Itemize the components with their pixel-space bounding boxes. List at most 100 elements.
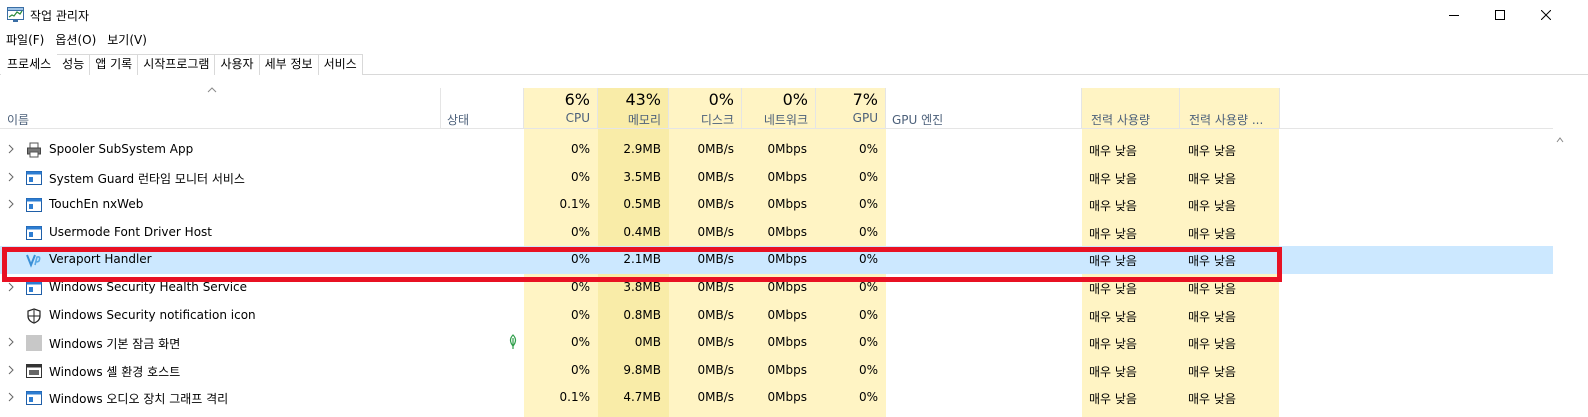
memory-value: 3.8MB xyxy=(623,280,661,294)
process-row[interactable]: Windows Security Health Service 0% 3.8MB 0M… xyxy=(0,274,1553,302)
menu-file[interactable]: 파일(F) xyxy=(0,30,49,50)
disk-value: 0MB/s xyxy=(697,224,734,239)
expand-chevron-icon[interactable] xyxy=(7,282,15,292)
process-row[interactable]: Windows 기본 잠금 화면 0% 0MB 0MB/s 0Mbps 0% 매우 낮음 매우… xyxy=(0,329,1553,357)
column-header-gpu[interactable]: 7% GPU xyxy=(815,88,885,128)
power-value: 매우 낮음 xyxy=(1089,144,1137,158)
network-value: 0Mbps xyxy=(767,362,807,377)
memory-value: 3.5MB xyxy=(623,169,661,184)
expand-chevron-icon[interactable] xyxy=(7,172,15,182)
tab-bar: 프로세스 성능 앱 기록 시작프로그램 사용자 세부 정보 서비스 xyxy=(0,52,1588,75)
gpu-value: 0% xyxy=(858,362,878,377)
power-trend-value: 매우 낮음 xyxy=(1188,199,1236,214)
column-header-gpu-engine[interactable]: GPU 엔진 xyxy=(885,88,1081,128)
gpu-value: 0% xyxy=(858,280,878,294)
process-row[interactable]: Windows 셸 환경 호스트 0% 9.8MB 0MB/s 0Mbps 0% 매우 낮음… xyxy=(0,357,1553,385)
power-value: 매우 낮음 xyxy=(1089,226,1137,241)
network-value: 0Mbps xyxy=(767,142,807,156)
window-app-icon xyxy=(26,390,42,406)
tab-users[interactable]: 사용자 xyxy=(214,54,260,75)
expand-chevron-icon[interactable] xyxy=(7,365,15,375)
column-header-memory[interactable]: 43% 메모리 xyxy=(597,88,668,128)
network-value: 0Mbps xyxy=(767,280,807,294)
column-header-power-trend[interactable]: 전력 사용량 ... xyxy=(1179,88,1279,128)
column-header-power[interactable]: 전력 사용량 xyxy=(1081,88,1179,128)
power-value: 매우 낮음 xyxy=(1089,364,1137,379)
process-table: 이름 상태 6% CPU 43% 메모리 0% 디스크 0% 네트워크 7% G… xyxy=(0,87,1588,417)
task-manager-icon xyxy=(7,7,24,22)
network-value: 0Mbps xyxy=(767,252,807,267)
power-value: 매우 낮음 xyxy=(1089,254,1137,269)
menu-options[interactable]: 옵션(O) xyxy=(49,30,101,50)
scroll-up-icon[interactable] xyxy=(1556,136,1564,144)
tab-app-history[interactable]: 앱 기록 xyxy=(89,54,139,75)
column-header-disk[interactable]: 0% 디스크 xyxy=(668,88,741,128)
expand-chevron-icon[interactable] xyxy=(7,392,15,402)
window-app-icon xyxy=(26,197,42,213)
tab-startup[interactable]: 시작프로그램 xyxy=(137,54,216,75)
sort-up-icon xyxy=(207,87,217,93)
expand-chevron-icon[interactable] xyxy=(7,144,15,154)
menu-view[interactable]: 보기(V) xyxy=(101,30,152,50)
column-header-cpu[interactable]: 6% CPU xyxy=(523,88,597,128)
tab-performance[interactable]: 성능 xyxy=(56,54,91,75)
process-row[interactable]: Usermode Font Driver Host 0% 0.4MB 0MB/s 0Mb… xyxy=(0,219,1553,247)
shield-icon xyxy=(26,307,42,324)
cpu-value: 0% xyxy=(570,142,590,156)
power-trend-value: 매우 낮음 xyxy=(1188,392,1236,407)
process-row[interactable]: TouchEn nxWeb 0.1% 0.5MB 0MB/s 0Mbps 0% 매우 낮음 매… xyxy=(0,191,1553,219)
power-value: 매우 낮음 xyxy=(1089,392,1137,407)
column-header-status[interactable]: 상태 xyxy=(440,88,523,128)
title-bar: 작업 관리자 xyxy=(0,0,1588,30)
power-value: 매우 낮음 xyxy=(1089,337,1137,352)
column-header-name[interactable]: 이름 xyxy=(0,87,440,128)
cpu-value: 0.1% xyxy=(559,390,591,405)
cpu-value: 0% xyxy=(570,362,590,377)
disk-value: 0MB/s xyxy=(697,169,734,184)
process-row[interactable]: Veraport Handler 0% 2.1MB 0MB/s 0Mbps 0% 매우 낮음… xyxy=(0,246,1553,275)
network-value: 0Mbps xyxy=(767,169,807,184)
power-trend-value: 매우 낮음 xyxy=(1188,254,1236,269)
process-row[interactable]: Windows 오디오 장치 그래프 격리 0.1% 4.7MB 0MB/s 0Mbps… xyxy=(0,384,1553,412)
process-row[interactable]: Spooler SubSystem App 0% 2.9MB 0MB/s 0Mbps 0%… xyxy=(0,136,1553,164)
process-name: Windows 기본 잠금 화면 xyxy=(49,337,181,352)
disk-value: 0MB/s xyxy=(697,307,734,322)
disk-value: 0MB/s xyxy=(697,280,734,294)
memory-value: 0.4MB xyxy=(623,224,661,239)
disk-value: 0MB/s xyxy=(697,142,734,156)
minimize-button[interactable] xyxy=(1431,0,1477,30)
gpu-value: 0% xyxy=(858,390,878,405)
leaf-icon xyxy=(509,334,517,350)
tab-processes[interactable]: 프로세스 xyxy=(1,52,58,75)
memory-value: 4.7MB xyxy=(623,390,661,405)
window-app-icon xyxy=(26,280,42,296)
window-app-icon xyxy=(26,225,42,241)
process-name: TouchEn nxWeb xyxy=(49,197,144,212)
power-trend-value: 매우 낮음 xyxy=(1188,144,1236,158)
gpu-value: 0% xyxy=(858,252,878,267)
expand-chevron-icon[interactable] xyxy=(7,337,15,347)
column-header-network[interactable]: 0% 네트워크 xyxy=(741,88,815,128)
veraport-icon xyxy=(26,252,42,269)
process-name: Spooler SubSystem App xyxy=(49,142,194,156)
network-value: 0Mbps xyxy=(767,390,807,405)
disk-value: 0MB/s xyxy=(697,390,734,405)
process-row[interactable]: System Guard 런타임 모니터 서비스 0% 3.5MB 0MB/s 0Mbp… xyxy=(0,164,1553,192)
memory-value: 2.9MB xyxy=(623,142,661,156)
tab-services[interactable]: 서비스 xyxy=(317,54,363,75)
process-name: Windows Security Health Service xyxy=(49,280,248,294)
process-name: System Guard 런타임 모니터 서비스 xyxy=(49,171,245,186)
maximize-button[interactable] xyxy=(1477,0,1523,30)
gray-square-icon xyxy=(26,335,42,352)
process-name: Usermode Font Driver Host xyxy=(49,224,212,239)
memory-value: 0.8MB xyxy=(623,307,661,322)
expand-chevron-icon[interactable] xyxy=(7,199,15,209)
tab-details[interactable]: 세부 정보 xyxy=(258,54,319,75)
network-value: 0Mbps xyxy=(767,307,807,322)
disk-value: 0MB/s xyxy=(697,197,734,212)
gpu-value: 0% xyxy=(858,307,878,322)
gpu-value: 0% xyxy=(858,224,878,239)
power-trend-value: 매우 낮음 xyxy=(1188,171,1236,186)
process-row[interactable]: Windows Security notification icon 0% 0.8M… xyxy=(0,302,1553,330)
close-button[interactable] xyxy=(1523,0,1569,30)
